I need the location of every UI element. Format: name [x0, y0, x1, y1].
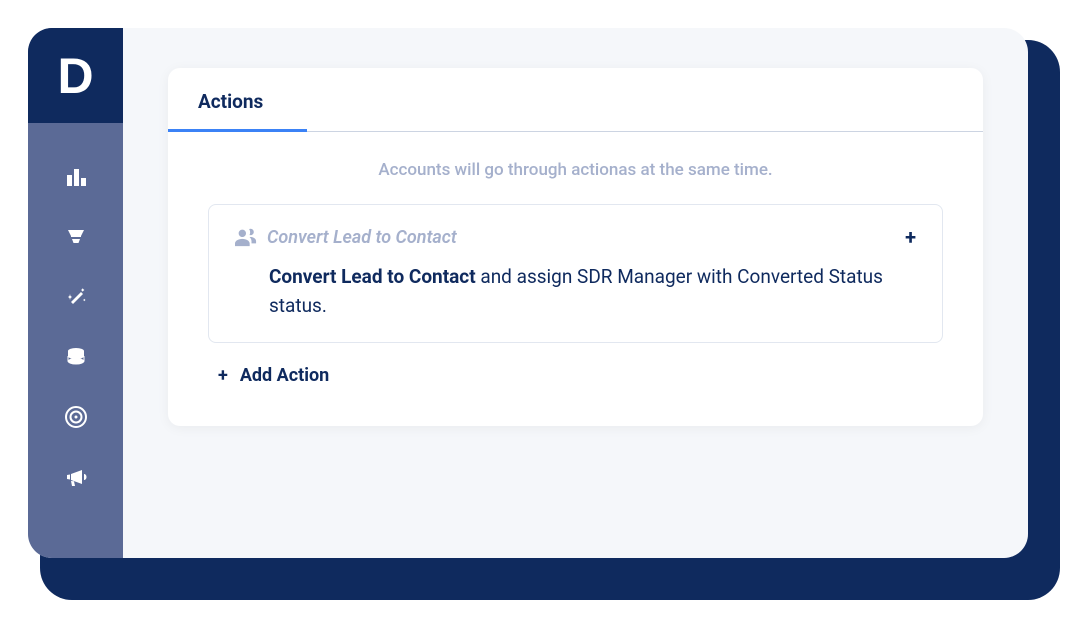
action-item-left: Convert Lead to Contact [235, 227, 457, 248]
sidebar: D [28, 28, 123, 558]
card-title: Actions [198, 90, 953, 113]
plus-icon: + [218, 365, 228, 386]
bar-chart-icon[interactable] [62, 163, 90, 191]
action-item-header: Convert Lead to Contact + [235, 225, 916, 249]
app-window: D Actions [28, 28, 1028, 558]
database-icon[interactable] [62, 343, 90, 371]
card-body: Accounts will go through actionas at the… [168, 132, 983, 426]
people-icon [235, 227, 257, 247]
main-area: Actions Accounts will go through actiona… [123, 28, 1028, 558]
wand-icon[interactable] [62, 283, 90, 311]
actions-card: Actions Accounts will go through actiona… [168, 68, 983, 426]
card-header: Actions [168, 68, 983, 132]
funnel-icon[interactable] [62, 223, 90, 251]
logo-block: D [28, 28, 123, 123]
action-item: Convert Lead to Contact + Convert Lead t… [208, 204, 943, 343]
logo-icon: D [57, 47, 93, 105]
expand-action-button[interactable]: + [905, 225, 916, 249]
add-action-button[interactable]: + Add Action [208, 365, 943, 386]
action-desc-bold: Convert Lead to Contact [269, 265, 476, 288]
add-action-label: Add Action [240, 365, 329, 386]
action-item-label: Convert Lead to Contact [267, 227, 457, 248]
hint-text: Accounts will go through actionas at the… [208, 160, 943, 180]
sidebar-nav [62, 123, 90, 491]
megaphone-icon[interactable] [62, 463, 90, 491]
target-icon[interactable] [62, 403, 90, 431]
progress-indicator [168, 129, 307, 132]
action-description: Convert Lead to Contact and assign SDR M… [235, 263, 916, 320]
